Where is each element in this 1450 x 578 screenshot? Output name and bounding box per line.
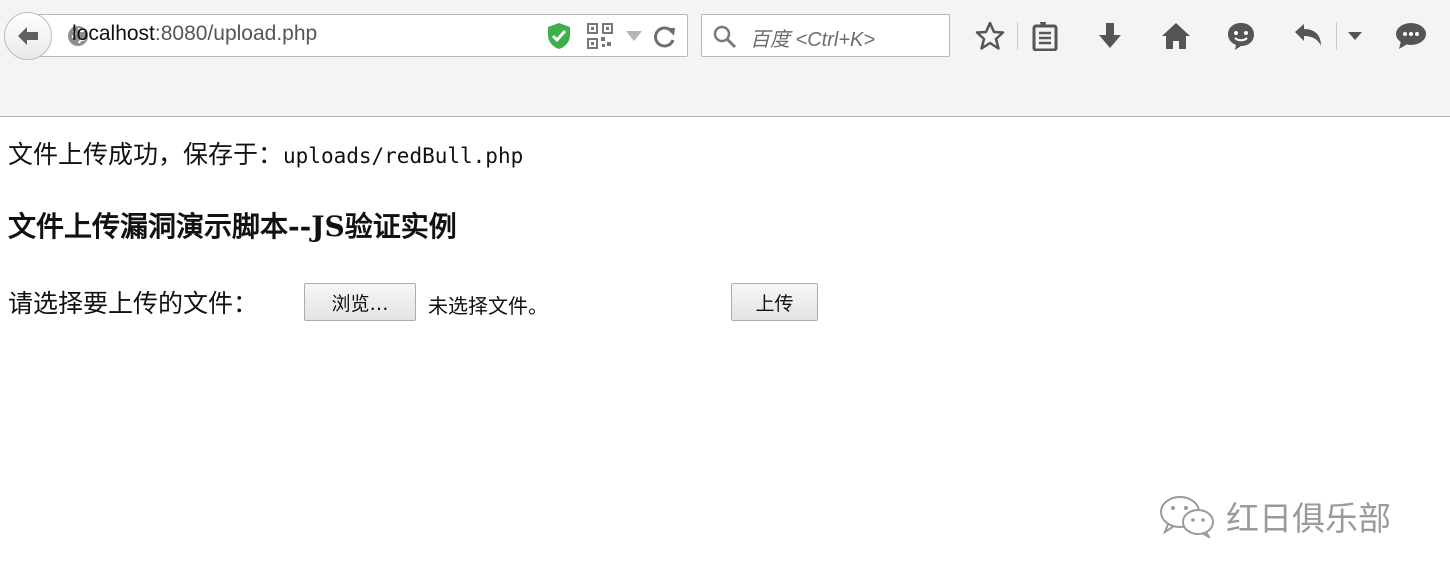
url-path: :8080/upload.php xyxy=(154,22,318,45)
browser-toolbar: localhost:8080/upload.php 百度 <Ctrl+K> xyxy=(0,0,1450,117)
wechat-logo-icon xyxy=(1160,496,1214,538)
page-heading: 文件上传漏洞演示脚本--JS验证实例 xyxy=(8,210,457,243)
toolbar-separator xyxy=(1017,22,1018,50)
search-icon xyxy=(712,24,738,50)
upload-success-message: 文件上传成功，保存于：uploads/redBull.php xyxy=(8,135,523,171)
browse-button[interactable]: 浏览… xyxy=(304,283,416,321)
speech-bubble-icon[interactable] xyxy=(1394,20,1428,52)
dropdown-triangle-icon[interactable] xyxy=(624,26,644,46)
no-file-selected-text: 未选择文件。 xyxy=(428,294,548,318)
menu-dropdown-icon[interactable] xyxy=(1345,26,1365,46)
qr-code-icon[interactable] xyxy=(586,22,614,50)
saved-file-path: uploads/redBull.php xyxy=(283,144,524,168)
back-arrow-icon xyxy=(18,27,38,45)
undo-icon[interactable] xyxy=(1292,20,1324,52)
message-prefix: 文件上传成功，保存于： xyxy=(8,140,284,169)
url-text[interactable]: localhost:8080/upload.php xyxy=(72,22,317,46)
search-placeholder[interactable]: 百度 <Ctrl+K> xyxy=(750,23,875,52)
watermark: 红日俱乐部 xyxy=(1158,492,1391,540)
chat-icon[interactable] xyxy=(1225,20,1257,52)
home-icon[interactable] xyxy=(1160,20,1192,52)
upload-button[interactable]: 上传 xyxy=(731,283,818,321)
watermark-text: 红日俱乐部 xyxy=(1226,499,1391,538)
reload-icon[interactable] xyxy=(652,24,678,50)
toolbar-separator xyxy=(1336,22,1337,50)
file-select-label: 请选择要上传的文件： xyxy=(8,289,259,318)
back-button[interactable] xyxy=(4,12,52,60)
download-icon[interactable] xyxy=(1095,20,1125,52)
shield-check-icon[interactable] xyxy=(545,22,573,50)
reading-list-icon[interactable] xyxy=(1030,20,1060,52)
star-icon[interactable] xyxy=(974,20,1006,52)
url-host: localhost xyxy=(72,22,155,45)
